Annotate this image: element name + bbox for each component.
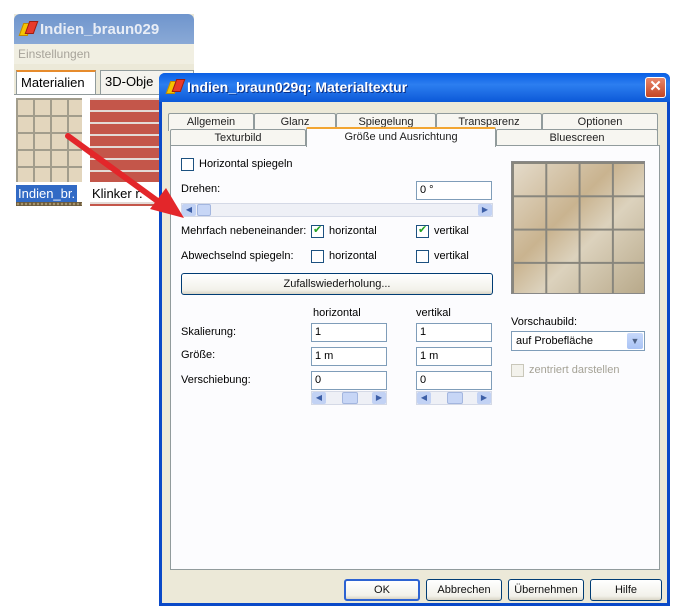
tab-groesse-und-ausrichtung[interactable]: Größe und Ausrichtung	[306, 127, 496, 147]
annotation-arrow	[65, 133, 184, 218]
